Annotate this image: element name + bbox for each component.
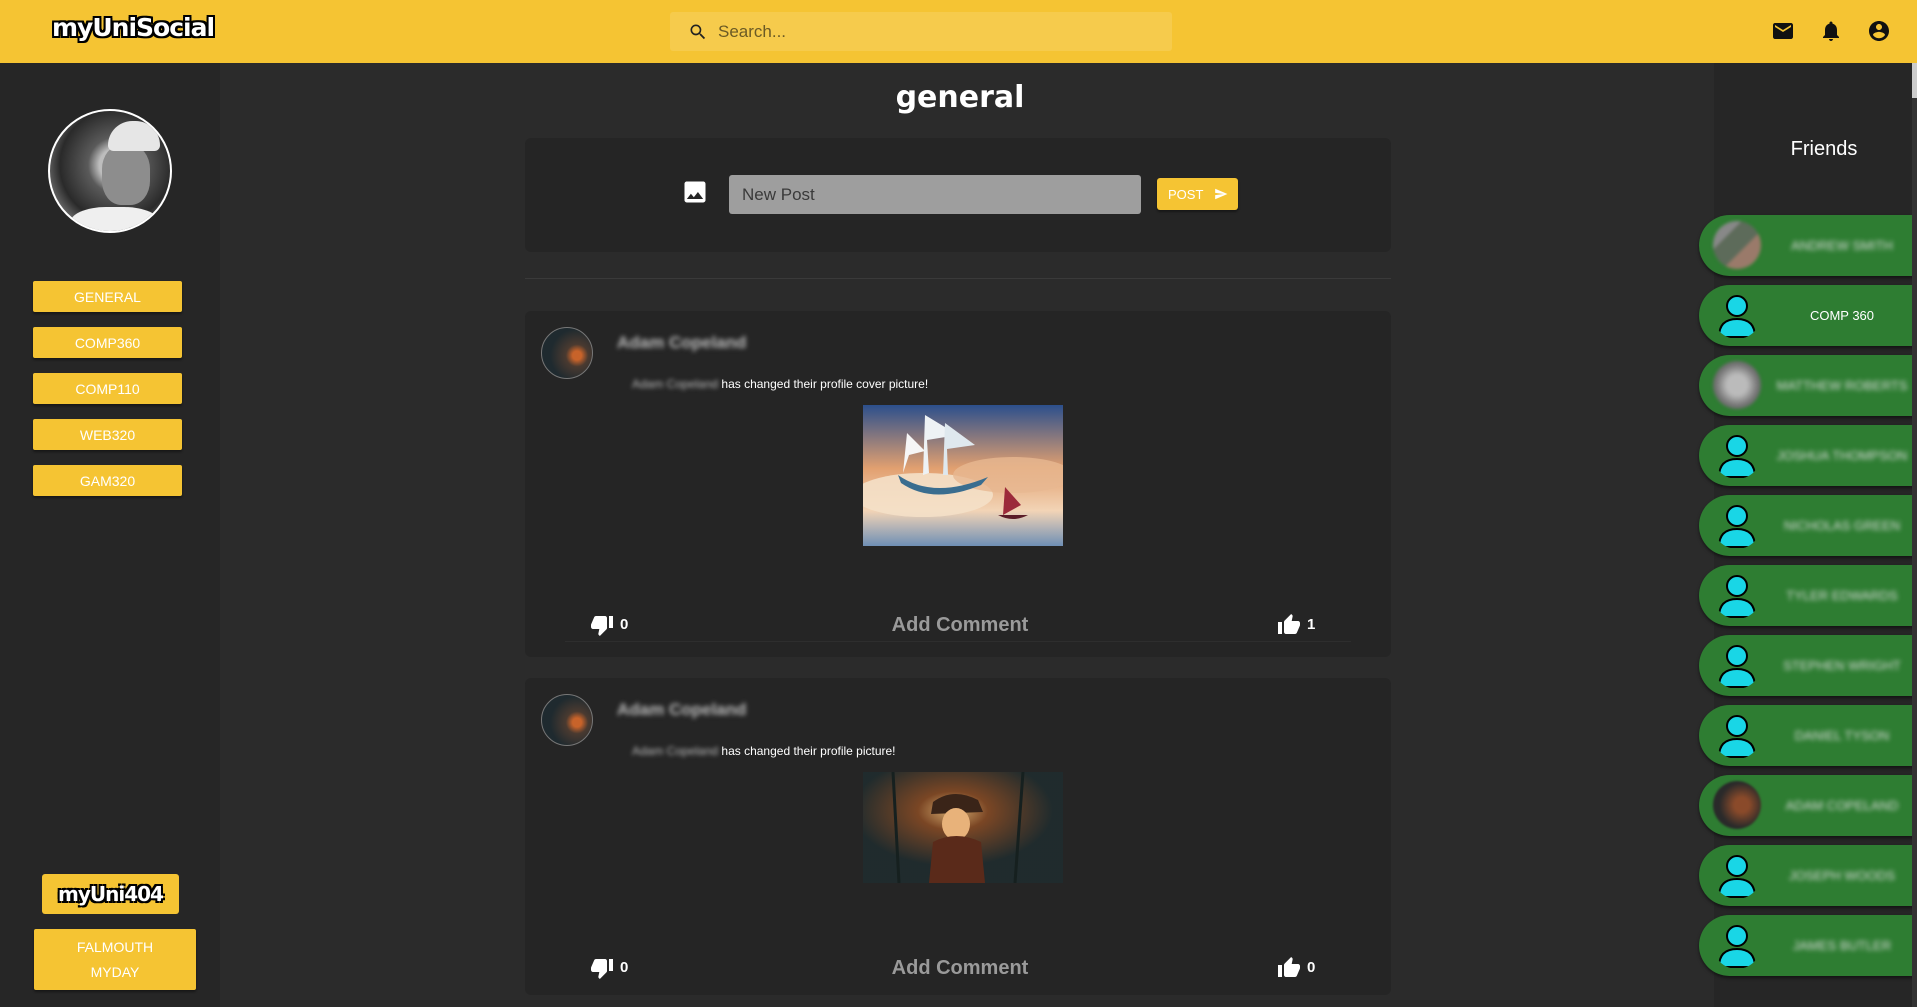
feed-post: Adam Copeland Adam Copeland has changed … (525, 311, 1391, 657)
friend-avatar (1713, 221, 1761, 269)
post-button[interactable]: POST (1157, 178, 1238, 210)
scrollbar-track[interactable] (1912, 63, 1917, 1007)
post-author-avatar[interactable] (541, 694, 593, 746)
person-icon (1717, 715, 1757, 758)
image-icon[interactable] (681, 178, 709, 206)
person-icon (1717, 575, 1757, 618)
send-icon (1215, 188, 1228, 200)
person-icon (1717, 855, 1757, 898)
scrollbar-thumb[interactable] (1912, 63, 1917, 98)
friend-name: ANDREW SMITH (1791, 237, 1893, 253)
feed-post: Adam Copeland Adam Copeland has changed … (525, 678, 1391, 995)
thumb-down-icon (591, 616, 613, 636)
friend-item[interactable]: JOSEPH WOODS (1699, 845, 1917, 906)
top-app-bar: myUniSocial (0, 0, 1917, 63)
channel-web320-button[interactable]: WEB320 (33, 419, 182, 450)
friend-avatar (1713, 781, 1761, 829)
myday-label: MYDAY (90, 963, 140, 980)
falmouth-myday-button[interactable]: FALMOUTH MYDAY (34, 929, 196, 990)
friend-name: JAMES BUTLER (1792, 937, 1892, 953)
account-circle-icon[interactable] (1867, 19, 1891, 43)
friend-item[interactable]: COMP 360 (1699, 285, 1917, 346)
thumb-up-icon (1278, 957, 1300, 977)
add-comment-button[interactable]: Add Comment (865, 957, 1055, 980)
person-icon (1717, 925, 1757, 968)
friend-name: COMP 360 (1809, 307, 1875, 323)
like-button[interactable]: 0 (1277, 956, 1327, 980)
friend-name: ADAM COPELAND (1785, 797, 1899, 813)
bell-icon[interactable] (1819, 19, 1843, 43)
friend-item[interactable]: STEPHEN WRIGHT (1699, 635, 1917, 696)
thumb-down-icon (591, 959, 613, 979)
app-logo[interactable]: myUniSocial (52, 13, 215, 42)
like-button[interactable]: 1 (1277, 613, 1327, 637)
friend-item[interactable]: DANIEL TYSON (1699, 705, 1917, 766)
friend-item[interactable]: TYLER EDWARDS (1699, 565, 1917, 626)
page-title: general (895, 80, 1025, 115)
friend-item[interactable]: NICHOLAS GREEN (1699, 495, 1917, 556)
thumb-up-icon (1278, 614, 1300, 634)
post-footer-rule (565, 641, 1351, 642)
channel-general-button[interactable]: GENERAL (33, 281, 182, 312)
friend-name: NICHOLAS GREEN (1783, 517, 1901, 533)
friend-item[interactable]: ANDREW SMITH (1699, 215, 1917, 276)
dislike-button[interactable]: 0 (590, 613, 640, 637)
like-count: 0 (1307, 959, 1316, 976)
post-image[interactable] (863, 772, 1063, 883)
friend-name: MATTHEW ROBERTS (1776, 377, 1908, 393)
feed-divider (525, 278, 1391, 279)
post-author-avatar[interactable] (541, 327, 593, 379)
dislike-count: 0 (620, 959, 629, 976)
myuni404-logo[interactable]: myUni404 (42, 874, 179, 914)
profile-avatar[interactable] (48, 109, 172, 233)
channel-comp110-button[interactable]: COMP110 (33, 373, 182, 404)
dislike-count: 0 (620, 616, 629, 633)
add-comment-button[interactable]: Add Comment (865, 614, 1055, 637)
post-image[interactable] (863, 405, 1063, 546)
left-sidebar: GENERAL COMP360 COMP110 WEB320 GAM320 (0, 63, 220, 1007)
person-icon (1717, 295, 1757, 338)
friend-name: JOSEPH WOODS (1788, 867, 1896, 883)
friend-avatar (1713, 361, 1761, 409)
post-author-name[interactable]: Adam Copeland (617, 700, 746, 720)
person-icon (1717, 645, 1757, 688)
friend-item[interactable]: ADAM COPELAND (1699, 775, 1917, 836)
friend-name: TYLER EDWARDS (1786, 587, 1898, 603)
post-activity-text: Adam Copeland has changed their profile … (632, 744, 896, 758)
new-post-composer: POST (525, 138, 1391, 252)
post-activity-message: has changed their profile cover picture! (721, 377, 929, 391)
like-count: 1 (1307, 616, 1316, 633)
friends-title: Friends (1790, 138, 1858, 160)
channel-gam320-button[interactable]: GAM320 (33, 465, 182, 496)
mail-icon[interactable] (1771, 19, 1795, 43)
post-author-name[interactable]: Adam Copeland (617, 333, 746, 353)
search-input[interactable] (718, 12, 1158, 51)
post-actor-name: Adam Copeland (632, 744, 719, 758)
dislike-button[interactable]: 0 (590, 956, 640, 980)
person-icon (1717, 435, 1757, 478)
new-post-input[interactable] (729, 175, 1141, 214)
friend-name: STEPHEN WRIGHT (1783, 657, 1901, 673)
search-icon (690, 24, 706, 40)
person-icon (1717, 505, 1757, 548)
friend-name: DANIEL TYSON (1794, 727, 1890, 743)
channel-comp360-button[interactable]: COMP360 (33, 327, 182, 358)
friend-item[interactable]: MATTHEW ROBERTS (1699, 355, 1917, 416)
post-button-label: POST (1168, 186, 1204, 202)
post-activity-message: has changed their profile picture! (721, 744, 896, 758)
post-actor-name: Adam Copeland (632, 377, 719, 391)
search-bar (670, 12, 1172, 51)
friend-item[interactable]: JOSHUA THOMPSON (1699, 425, 1917, 486)
friend-item[interactable]: JAMES BUTLER (1699, 915, 1917, 976)
falmouth-label: FALMOUTH (76, 938, 154, 955)
friend-name: JOSHUA THOMPSON (1776, 447, 1908, 463)
post-activity-text: Adam Copeland has changed their profile … (632, 377, 928, 391)
